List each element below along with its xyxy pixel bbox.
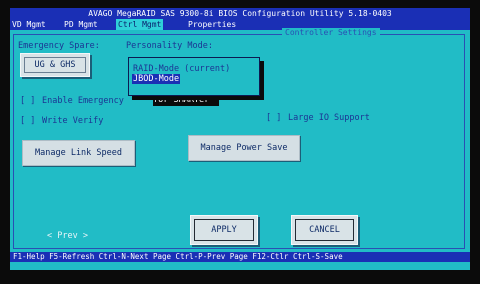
- cancel-button[interactable]: CANCEL: [291, 215, 358, 245]
- manage-power-save-button[interactable]: Manage Power Save: [188, 135, 300, 161]
- manage-power-save-label: Manage Power Save: [200, 143, 288, 153]
- enable-emergency-label: Enable Emergency: [42, 96, 124, 106]
- apply-button[interactable]: APPLY: [190, 215, 258, 245]
- app-title: AVAGO MegaRAID SAS 9300-8i BIOS Configur…: [88, 9, 392, 18]
- option-raid-mode[interactable]: RAID-Mode (current): [132, 64, 231, 74]
- menu-pd-mgmt[interactable]: PD Mgmt: [62, 19, 100, 30]
- emergency-spare-label: Emergency Spare:: [18, 41, 100, 51]
- menu-properties[interactable]: Properties: [186, 19, 238, 30]
- status-bar-text: F1-Help F5-Refresh Ctrl-N-Next Page Ctrl…: [13, 252, 343, 261]
- menu-vd-mgmt[interactable]: VD Mgmt: [10, 19, 48, 30]
- large-io-checkbox[interactable]: [ ]: [266, 113, 281, 123]
- manage-link-speed-label: Manage Link Speed: [35, 148, 122, 158]
- enable-emergency-label-tail: for SMARTer: [153, 95, 210, 105]
- frame-title: Controller Settings: [282, 28, 380, 37]
- menu-ctrl-mgmt[interactable]: Ctrl Mgmt: [116, 19, 164, 30]
- large-io-label: Large IO Support: [288, 113, 370, 123]
- cancel-button-label: CANCEL: [309, 225, 340, 235]
- status-bar: F1-Help F5-Refresh Ctrl-N-Next Page Ctrl…: [10, 252, 470, 262]
- title-bar: AVAGO MegaRAID SAS 9300-8i BIOS Configur…: [10, 8, 470, 19]
- bios-screen: AVAGO MegaRAID SAS 9300-8i BIOS Configur…: [10, 8, 470, 270]
- prev-page-button[interactable]: < Prev >: [47, 231, 88, 241]
- option-jbod-mode[interactable]: JBOD-Mode: [132, 74, 181, 84]
- personality-mode-label: Personality Mode:: [126, 41, 213, 51]
- apply-button-label: APPLY: [211, 225, 237, 235]
- write-verify-checkbox[interactable]: [ ]: [20, 116, 35, 126]
- emergency-spare-button[interactable]: UG & GHS: [20, 53, 90, 77]
- enable-emergency-checkbox[interactable]: [ ]: [20, 96, 35, 106]
- personality-mode-dropdown[interactable]: RAID-Mode (current) JBOD-Mode: [128, 57, 260, 96]
- emergency-spare-button-label: UG & GHS: [34, 60, 76, 70]
- manage-link-speed-button[interactable]: Manage Link Speed: [22, 140, 135, 166]
- menu-bar: VD Mgmt PD Mgmt Ctrl Mgmt Properties: [10, 19, 470, 30]
- write-verify-label: Write Verify: [42, 116, 104, 126]
